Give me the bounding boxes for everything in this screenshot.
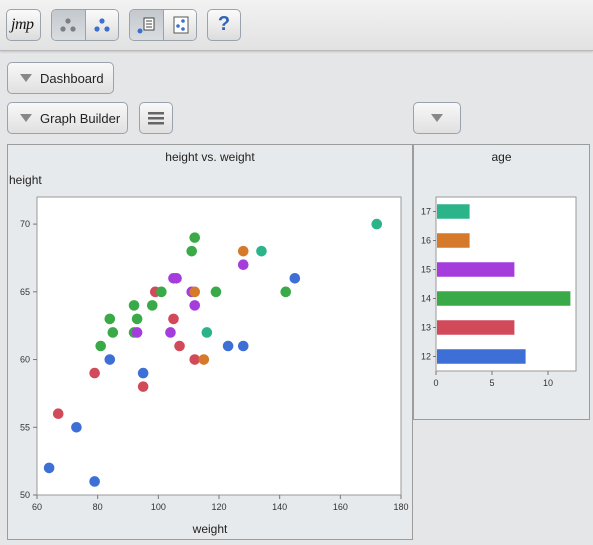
data-point-age-12 bbox=[237, 340, 249, 352]
data-point-age-13 bbox=[89, 367, 100, 379]
data-point-age-14 bbox=[280, 286, 292, 298]
scatter-plot[interactable]: 60 80 100 120 140 160 180 50 55 60 65 70 bbox=[8, 145, 412, 539]
data-point-age-14 bbox=[186, 245, 197, 257]
data-point-age-17 bbox=[201, 327, 213, 338]
x-tick-label: 10 bbox=[543, 378, 553, 388]
x-tick-label: 120 bbox=[211, 502, 226, 512]
data-point-age-13 bbox=[52, 408, 64, 420]
points-button[interactable] bbox=[52, 10, 85, 40]
data-point-age-14 bbox=[146, 300, 158, 311]
y-tick-label: 65 bbox=[20, 287, 30, 297]
x-tick-label: 80 bbox=[93, 502, 103, 512]
data-point-age-15 bbox=[237, 259, 249, 271]
data-point-age-14 bbox=[156, 286, 167, 298]
bar-category-label: 16 bbox=[421, 236, 431, 246]
data-point-age-13 bbox=[168, 313, 179, 325]
bar-plot-area bbox=[435, 196, 577, 372]
x-tick-label: 60 bbox=[32, 502, 42, 512]
data-point-age-14 bbox=[131, 313, 143, 325]
data-point-age-15 bbox=[131, 327, 143, 338]
graph-builder-outline-button[interactable]: Graph Builder bbox=[7, 102, 128, 134]
disclosure-triangle-icon bbox=[20, 74, 32, 82]
data-point-age-14 bbox=[107, 327, 119, 338]
dashboard-outline-button[interactable]: Dashboard bbox=[7, 62, 114, 94]
bar-age-12 bbox=[437, 349, 526, 364]
scatter-panel: height vs. weight height weight 60 80 100 1… bbox=[7, 144, 413, 540]
bar-age-15 bbox=[437, 262, 515, 277]
bar-category-label: 17 bbox=[421, 207, 431, 217]
points-icon bbox=[60, 18, 76, 32]
data-point-age-14 bbox=[210, 286, 222, 298]
x-tick-label: 160 bbox=[333, 502, 348, 512]
data-point-age-15 bbox=[171, 272, 182, 284]
bar-panel: age 12 13 14 15 16 17 0 5 10 bbox=[413, 144, 590, 420]
jmp-logo: jmp bbox=[11, 16, 34, 33]
bar-category-label: 13 bbox=[421, 323, 431, 333]
x-tick-label: 180 bbox=[393, 502, 408, 512]
local-data-filter-button[interactable] bbox=[130, 10, 163, 40]
data-point-age-12 bbox=[104, 354, 116, 365]
disclosure-triangle-icon bbox=[20, 114, 32, 122]
x-tick-label: 0 bbox=[433, 378, 438, 388]
data-point-age-12 bbox=[89, 476, 100, 487]
data-point-age-12 bbox=[71, 421, 82, 433]
data-point-age-16 bbox=[198, 354, 210, 365]
graph-builder-label: Graph Builder bbox=[40, 110, 121, 126]
dropdown-triangle-icon bbox=[431, 114, 443, 122]
points-color-button[interactable] bbox=[85, 10, 118, 40]
menu-button[interactable] bbox=[139, 102, 173, 134]
data-point-age-12 bbox=[137, 367, 149, 379]
bar-category-label: 14 bbox=[421, 294, 431, 304]
bar-age-14 bbox=[437, 291, 571, 306]
data-point-age-17 bbox=[371, 218, 383, 230]
bar-category-label: 15 bbox=[421, 265, 431, 275]
local-data-filter-icon bbox=[137, 17, 155, 34]
data-point-age-14 bbox=[104, 313, 116, 325]
data-point-age-14 bbox=[95, 340, 106, 352]
help-icon: ? bbox=[217, 13, 231, 35]
bar-age-16 bbox=[437, 233, 470, 248]
bar-category-label: 12 bbox=[421, 352, 431, 362]
toolbar: jmp ? bbox=[0, 0, 593, 51]
plot-area bbox=[36, 196, 402, 496]
help-button[interactable]: ? bbox=[207, 9, 241, 41]
data-point-age-12 bbox=[289, 272, 301, 284]
points-color-icon bbox=[94, 18, 110, 32]
data-point-age-13 bbox=[137, 381, 149, 392]
y-tick-label: 55 bbox=[20, 422, 30, 432]
y-tick-label: 60 bbox=[20, 355, 30, 365]
y-tick-label: 70 bbox=[20, 219, 30, 229]
y-tick-label: 50 bbox=[20, 490, 30, 500]
bar-age-13 bbox=[437, 320, 515, 335]
data-point-age-13 bbox=[189, 354, 201, 365]
view-mode-group bbox=[129, 9, 197, 41]
dashboard-label: Dashboard bbox=[40, 70, 104, 86]
data-point-age-17 bbox=[256, 245, 267, 257]
bar-age-17 bbox=[437, 204, 470, 219]
jmp-logo-button[interactable]: jmp bbox=[6, 9, 41, 41]
point-mode-group bbox=[51, 9, 119, 41]
data-point-age-13 bbox=[174, 340, 185, 352]
bar-panel-menu-button[interactable] bbox=[413, 102, 461, 134]
column-switcher-button[interactable] bbox=[163, 10, 196, 40]
data-point-age-14 bbox=[128, 300, 140, 311]
x-tick-label: 100 bbox=[151, 502, 166, 512]
hamburger-menu-icon bbox=[148, 112, 164, 125]
data-point-age-16 bbox=[189, 286, 201, 298]
data-point-age-15 bbox=[165, 327, 176, 338]
data-point-age-12 bbox=[222, 340, 234, 352]
x-tick-label: 5 bbox=[489, 378, 494, 388]
data-point-age-15 bbox=[189, 300, 201, 311]
data-point-age-16 bbox=[237, 245, 249, 257]
data-point-age-14 bbox=[189, 232, 201, 243]
x-tick-label: 140 bbox=[272, 502, 287, 512]
data-point-age-12 bbox=[43, 462, 55, 474]
column-switcher-icon bbox=[173, 16, 189, 34]
age-bar-chart[interactable]: 12 13 14 15 16 17 0 5 10 bbox=[414, 145, 589, 419]
